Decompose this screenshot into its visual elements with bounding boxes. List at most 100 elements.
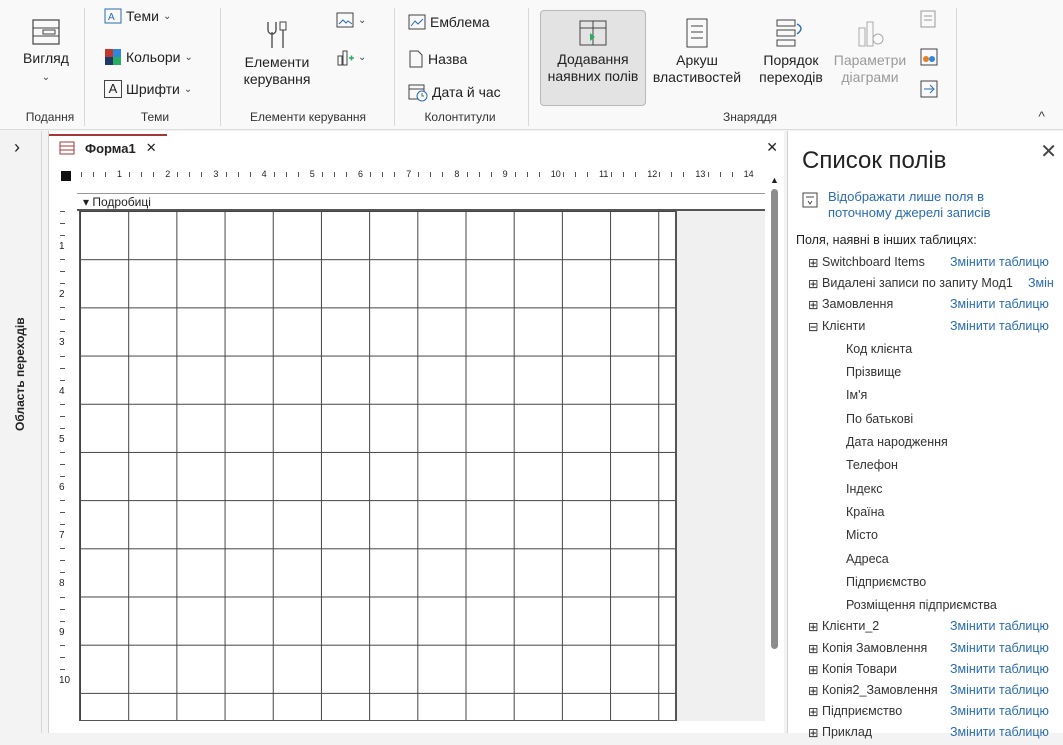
field-item[interactable]: Код клієнта xyxy=(846,342,912,356)
ruler-tick xyxy=(60,319,65,321)
table-row[interactable]: ⊞ Підприємство Змінити таблицю xyxy=(808,704,1060,724)
table-row[interactable]: ⊞ Switchboard Items Змінити таблицю xyxy=(808,255,1060,275)
title-icon xyxy=(409,50,423,68)
ruler-tick xyxy=(60,656,65,658)
ruler-tick xyxy=(334,172,335,177)
expand-icon[interactable]: ⊞ xyxy=(808,725,822,745)
property-sheet-button[interactable]: Аркуш властивостей xyxy=(648,18,746,86)
tab-form1[interactable]: Форма1 ✕ xyxy=(49,134,167,160)
scroll-up-icon[interactable]: ▲ xyxy=(770,175,779,185)
field-item[interactable]: По батькові xyxy=(846,412,913,426)
ruler-tick xyxy=(60,548,65,550)
ruler-tick-label: 11 xyxy=(599,169,609,179)
collapse-icon[interactable]: ⊟ xyxy=(808,319,822,339)
field-item[interactable]: Підприємство xyxy=(846,575,926,589)
expand-icon[interactable]: ⊞ xyxy=(808,683,822,703)
table-row[interactable]: ⊞ Копія2_Замовлення Змінити таблицю xyxy=(808,683,1060,703)
close-icon[interactable]: ✕ xyxy=(1040,139,1057,164)
form-selector[interactable] xyxy=(61,171,71,181)
datetime-button[interactable]: Дата й час xyxy=(408,82,501,102)
field-item[interactable]: Місто xyxy=(846,528,878,542)
property-sheet-icon xyxy=(686,18,708,48)
filter-icon xyxy=(802,192,818,208)
expand-icon[interactable]: ⊞ xyxy=(808,662,822,682)
nav-pane-label[interactable]: Область переходів xyxy=(13,317,27,431)
nav-expand-icon[interactable]: › xyxy=(14,137,20,158)
form-design-grid[interactable] xyxy=(79,211,676,721)
chart-settings-label-2: діаграми xyxy=(841,69,899,85)
view-button[interactable]: Вигляд ⌄ xyxy=(18,18,74,86)
subform-button[interactable] xyxy=(920,48,938,66)
change-table-link[interactable]: Змінити таблицю xyxy=(950,683,1049,703)
close-icon[interactable]: ✕ xyxy=(766,139,778,156)
ruler-tick xyxy=(514,172,516,177)
change-table-link[interactable]: Змінити таблицю xyxy=(950,255,1049,275)
ruler-tick xyxy=(683,172,685,177)
ruler-tick xyxy=(105,172,106,177)
ruler-tick xyxy=(60,668,65,670)
field-item[interactable]: Розміщення підприємства xyxy=(846,598,997,612)
ruler-tick xyxy=(60,379,65,381)
convert-macros-button[interactable] xyxy=(920,80,938,98)
expand-icon[interactable]: ⊞ xyxy=(808,619,822,639)
logo-label: Емблема xyxy=(430,14,490,30)
fonts-button[interactable]: A Шрифти ⌄ xyxy=(104,80,192,98)
collapse-ribbon-icon[interactable]: ^ xyxy=(1038,108,1045,124)
change-table-link[interactable]: Змінити таблицю xyxy=(950,704,1049,724)
themes-button[interactable]: A Теми ⌄ xyxy=(104,8,171,24)
chart-icon xyxy=(337,50,354,66)
themes-label: Теми xyxy=(126,8,159,24)
table-row[interactable]: ⊞ Копія Товари Змінити таблицю xyxy=(808,662,1060,682)
title-button[interactable]: Назва xyxy=(408,50,467,68)
scrollbar-thumb[interactable] xyxy=(771,189,778,649)
expand-icon[interactable]: ⊞ xyxy=(808,276,822,296)
vertical-ruler: 1 2 3 4 5 6 7 8 9 10 xyxy=(57,197,79,733)
chart-settings-button[interactable]: Параметри діаграми xyxy=(830,18,910,86)
ruler-tick-label: 3 xyxy=(213,169,219,179)
logo-button[interactable]: Емблема xyxy=(408,14,490,30)
close-icon[interactable]: ✕ xyxy=(146,140,157,156)
field-item[interactable]: Країна xyxy=(846,505,885,519)
table-row[interactable]: ⊞ Видалені записи по запиту Мод1 Змін xyxy=(808,276,1060,296)
ruler-tick-label: 4 xyxy=(59,385,65,397)
expand-icon[interactable]: ⊞ xyxy=(808,704,822,724)
colors-button[interactable]: Кольори ⌄ xyxy=(104,48,193,66)
change-table-link[interactable]: Змінити таблицю xyxy=(950,641,1049,661)
expand-icon[interactable]: ⊞ xyxy=(808,297,822,317)
field-item[interactable]: Індекс xyxy=(846,482,882,496)
table-row[interactable]: ⊟ Клієнти Змінити таблицю xyxy=(808,319,1060,339)
table-row[interactable]: ⊞ Копія Замовлення Змінити таблицю xyxy=(808,641,1060,661)
tab-order-button[interactable]: Порядок переходів xyxy=(752,18,830,86)
calendar-clock-icon xyxy=(408,84,428,102)
add-existing-fields-button[interactable]: Додавання наявних полів xyxy=(540,10,646,106)
table-row[interactable]: ⊞ Замовлення Змінити таблицю xyxy=(808,297,1060,317)
image-gallery-button[interactable]: ⌄ xyxy=(336,12,366,28)
field-item[interactable]: Телефон xyxy=(846,458,898,472)
field-item[interactable]: Адреса xyxy=(846,552,889,566)
change-table-link[interactable]: Змінити таблицю xyxy=(950,619,1049,639)
change-table-link[interactable]: Змінити таблицю xyxy=(950,725,1049,745)
ruler-tick xyxy=(60,307,65,309)
change-table-link[interactable]: Змін xyxy=(1028,276,1054,296)
view-code-button[interactable] xyxy=(920,10,936,28)
ruler-tick xyxy=(442,172,444,177)
change-table-link[interactable]: Змінити таблицю xyxy=(950,662,1049,682)
field-item[interactable]: Ім'я xyxy=(846,388,867,402)
field-item[interactable]: Дата народження xyxy=(846,435,948,449)
ruler-tick-label: 7 xyxy=(59,530,65,542)
table-row[interactable]: ⊞ Приклад Змінити таблицю xyxy=(808,725,1060,745)
table-row[interactable]: ⊞ Клієнти_2 Змінити таблицю xyxy=(808,619,1060,639)
vertical-scrollbar[interactable]: ▲ xyxy=(769,175,781,733)
field-item[interactable]: Прізвище xyxy=(846,365,901,379)
ruler-tick-label: 2 xyxy=(59,289,65,301)
detail-section-bar[interactable]: ▾ Подробиці xyxy=(77,193,765,211)
show-only-current-link[interactable]: Відображати лише поля в поточному джерел… xyxy=(802,189,1048,221)
change-table-link[interactable]: Змінити таблицю xyxy=(950,297,1049,317)
expand-icon[interactable]: ⊞ xyxy=(808,255,822,275)
ruler-tick xyxy=(273,172,275,177)
change-table-link[interactable]: Змінити таблицю xyxy=(950,319,1049,339)
expand-icon[interactable]: ⊞ xyxy=(808,641,822,661)
controls-button[interactable]: Елементи керування xyxy=(232,18,322,88)
group-label-themes: Теми xyxy=(140,110,170,124)
insert-chart-button[interactable]: ⌄ xyxy=(336,48,366,66)
